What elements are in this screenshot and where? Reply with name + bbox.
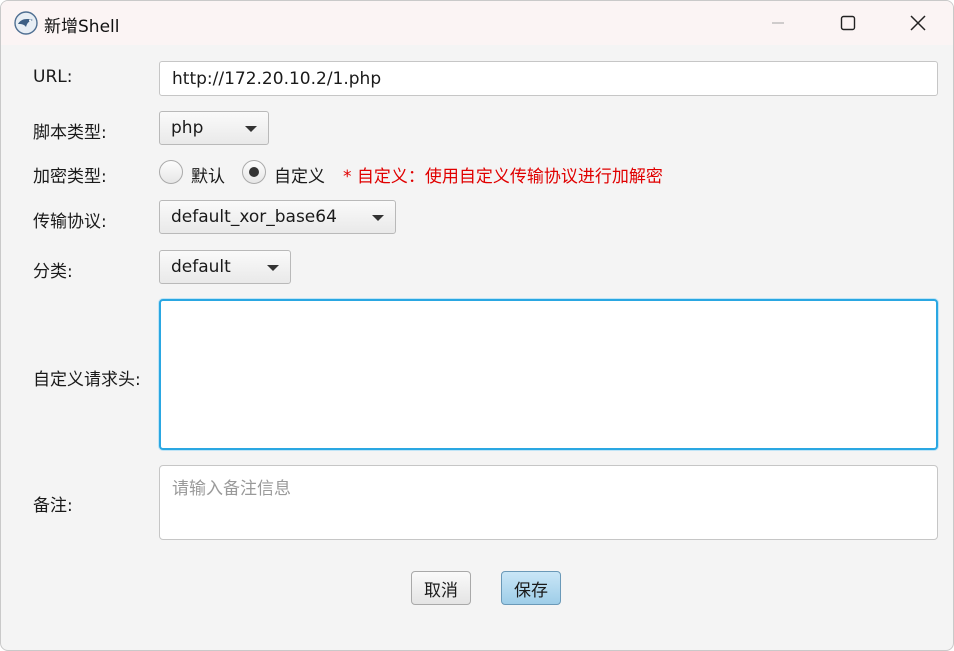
remark-placeholder: 请输入备注信息 — [172, 479, 291, 499]
script-type-value: php — [171, 118, 204, 138]
window-title: 新增Shell — [44, 17, 120, 37]
custom-headers-textarea[interactable] — [159, 299, 938, 450]
cancel-button[interactable]: 取消 — [411, 571, 471, 605]
protocol-select[interactable]: default_xor_base64 — [159, 200, 396, 234]
close-button[interactable] — [883, 1, 953, 45]
script-type-label: 脚本类型: — [33, 123, 107, 143]
close-icon — [910, 15, 926, 31]
url-value: http://172.20.10.2/1.php — [172, 68, 382, 89]
chevron-down-icon — [372, 215, 384, 221]
remark-label: 备注: — [33, 496, 73, 516]
radio-default-label[interactable]: 默认 — [191, 162, 225, 187]
protocol-value: default_xor_base64 — [171, 207, 337, 227]
chevron-down-icon — [267, 265, 279, 271]
minimize-button[interactable] — [743, 1, 813, 45]
remark-textarea[interactable]: 请输入备注信息 — [159, 465, 938, 540]
app-logo-icon — [14, 11, 38, 35]
category-select[interactable]: default — [159, 250, 291, 284]
maximize-button[interactable] — [813, 1, 883, 45]
encrypt-type-label: 加密类型: — [33, 167, 107, 187]
radio-default[interactable] — [159, 160, 183, 184]
add-shell-dialog: 新增Shell URL: http://172.20.10.2/1.php 脚本… — [0, 0, 954, 651]
minimize-icon — [772, 22, 784, 24]
custom-headers-label: 自定义请求头: — [33, 370, 141, 390]
protocol-label: 传输协议: — [33, 212, 107, 232]
script-type-select[interactable]: php — [159, 111, 269, 145]
url-label: URL: — [33, 67, 73, 87]
url-input[interactable]: http://172.20.10.2/1.php — [159, 61, 938, 96]
category-label: 分类: — [33, 262, 73, 282]
title-bar[interactable]: 新增Shell — [1, 1, 953, 45]
radio-custom[interactable] — [242, 160, 266, 184]
category-value: default — [171, 257, 231, 277]
radio-custom-label[interactable]: 自定义 — [274, 162, 325, 187]
chevron-down-icon — [245, 126, 257, 132]
save-button[interactable]: 保存 — [501, 571, 561, 605]
maximize-icon — [840, 15, 856, 31]
encrypt-hint-text: * 自定义：使用自定义传输协议进行加解密 — [343, 167, 663, 187]
